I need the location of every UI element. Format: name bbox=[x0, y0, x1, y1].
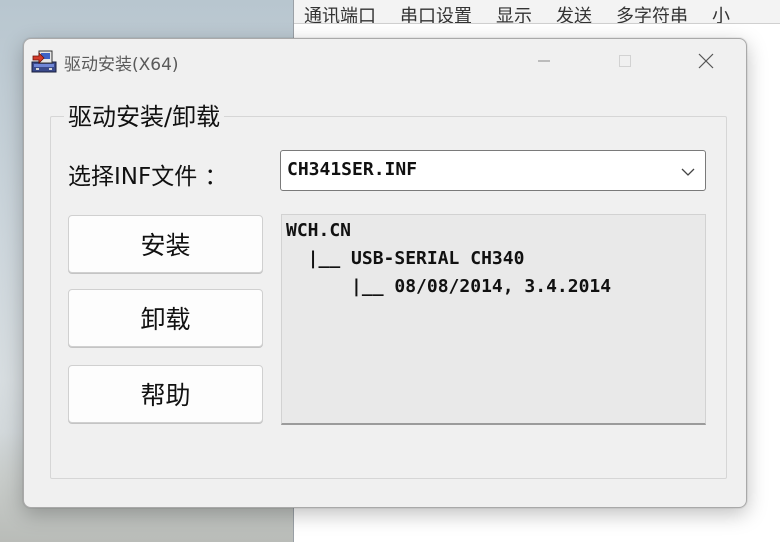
driver-info-box: WCH.CN |__ USB-SERIAL CH340 |__ 08/08/20… bbox=[281, 214, 706, 425]
window-title: 驱动安装(X64) bbox=[64, 55, 179, 75]
driver-install-icon bbox=[30, 48, 58, 74]
inf-file-select[interactable]: CH341SER.INF bbox=[280, 150, 706, 191]
menu-item-port[interactable]: 通讯端口 bbox=[304, 7, 376, 24]
info-line: WCH.CN bbox=[286, 220, 352, 241]
driver-install-dialog: 驱动安装(X64) 驱动安装/卸载 选择INF文件 ： CH341SER.INF… bbox=[23, 38, 747, 508]
close-button[interactable] bbox=[683, 39, 729, 83]
maximize-icon bbox=[619, 55, 631, 67]
menu-item-display[interactable]: 显示 bbox=[496, 7, 532, 24]
title-bar[interactable]: 驱动安装(X64) bbox=[24, 39, 746, 83]
info-line: |__ 08/08/2014, 3.4.2014 bbox=[286, 276, 612, 297]
help-button[interactable]: 帮助 bbox=[68, 365, 263, 423]
inf-file-value: CH341SER.INF bbox=[287, 159, 418, 180]
menu-item-serial-settings[interactable]: 串口设置 bbox=[400, 7, 472, 24]
inf-file-label: 选择INF文件 ： bbox=[68, 164, 228, 190]
chevron-down-icon bbox=[681, 168, 695, 176]
close-icon bbox=[698, 53, 714, 69]
background-menubar: 通讯端口 串口设置 显示 发送 多字符串 小 bbox=[294, 0, 780, 24]
menu-item-send[interactable]: 发送 bbox=[556, 7, 592, 24]
uninstall-button[interactable]: 卸载 bbox=[68, 289, 263, 347]
groupbox-legend: 驱动安装/卸载 bbox=[64, 97, 225, 132]
minimize-icon bbox=[538, 60, 550, 62]
install-button[interactable]: 安装 bbox=[68, 215, 263, 273]
minimize-button[interactable] bbox=[521, 39, 567, 83]
menu-item-small[interactable]: 小 bbox=[712, 7, 730, 24]
maximize-button[interactable] bbox=[602, 39, 648, 83]
menu-item-multi-string[interactable]: 多字符串 bbox=[616, 7, 688, 24]
info-line: |__ USB-SERIAL CH340 bbox=[286, 248, 525, 269]
